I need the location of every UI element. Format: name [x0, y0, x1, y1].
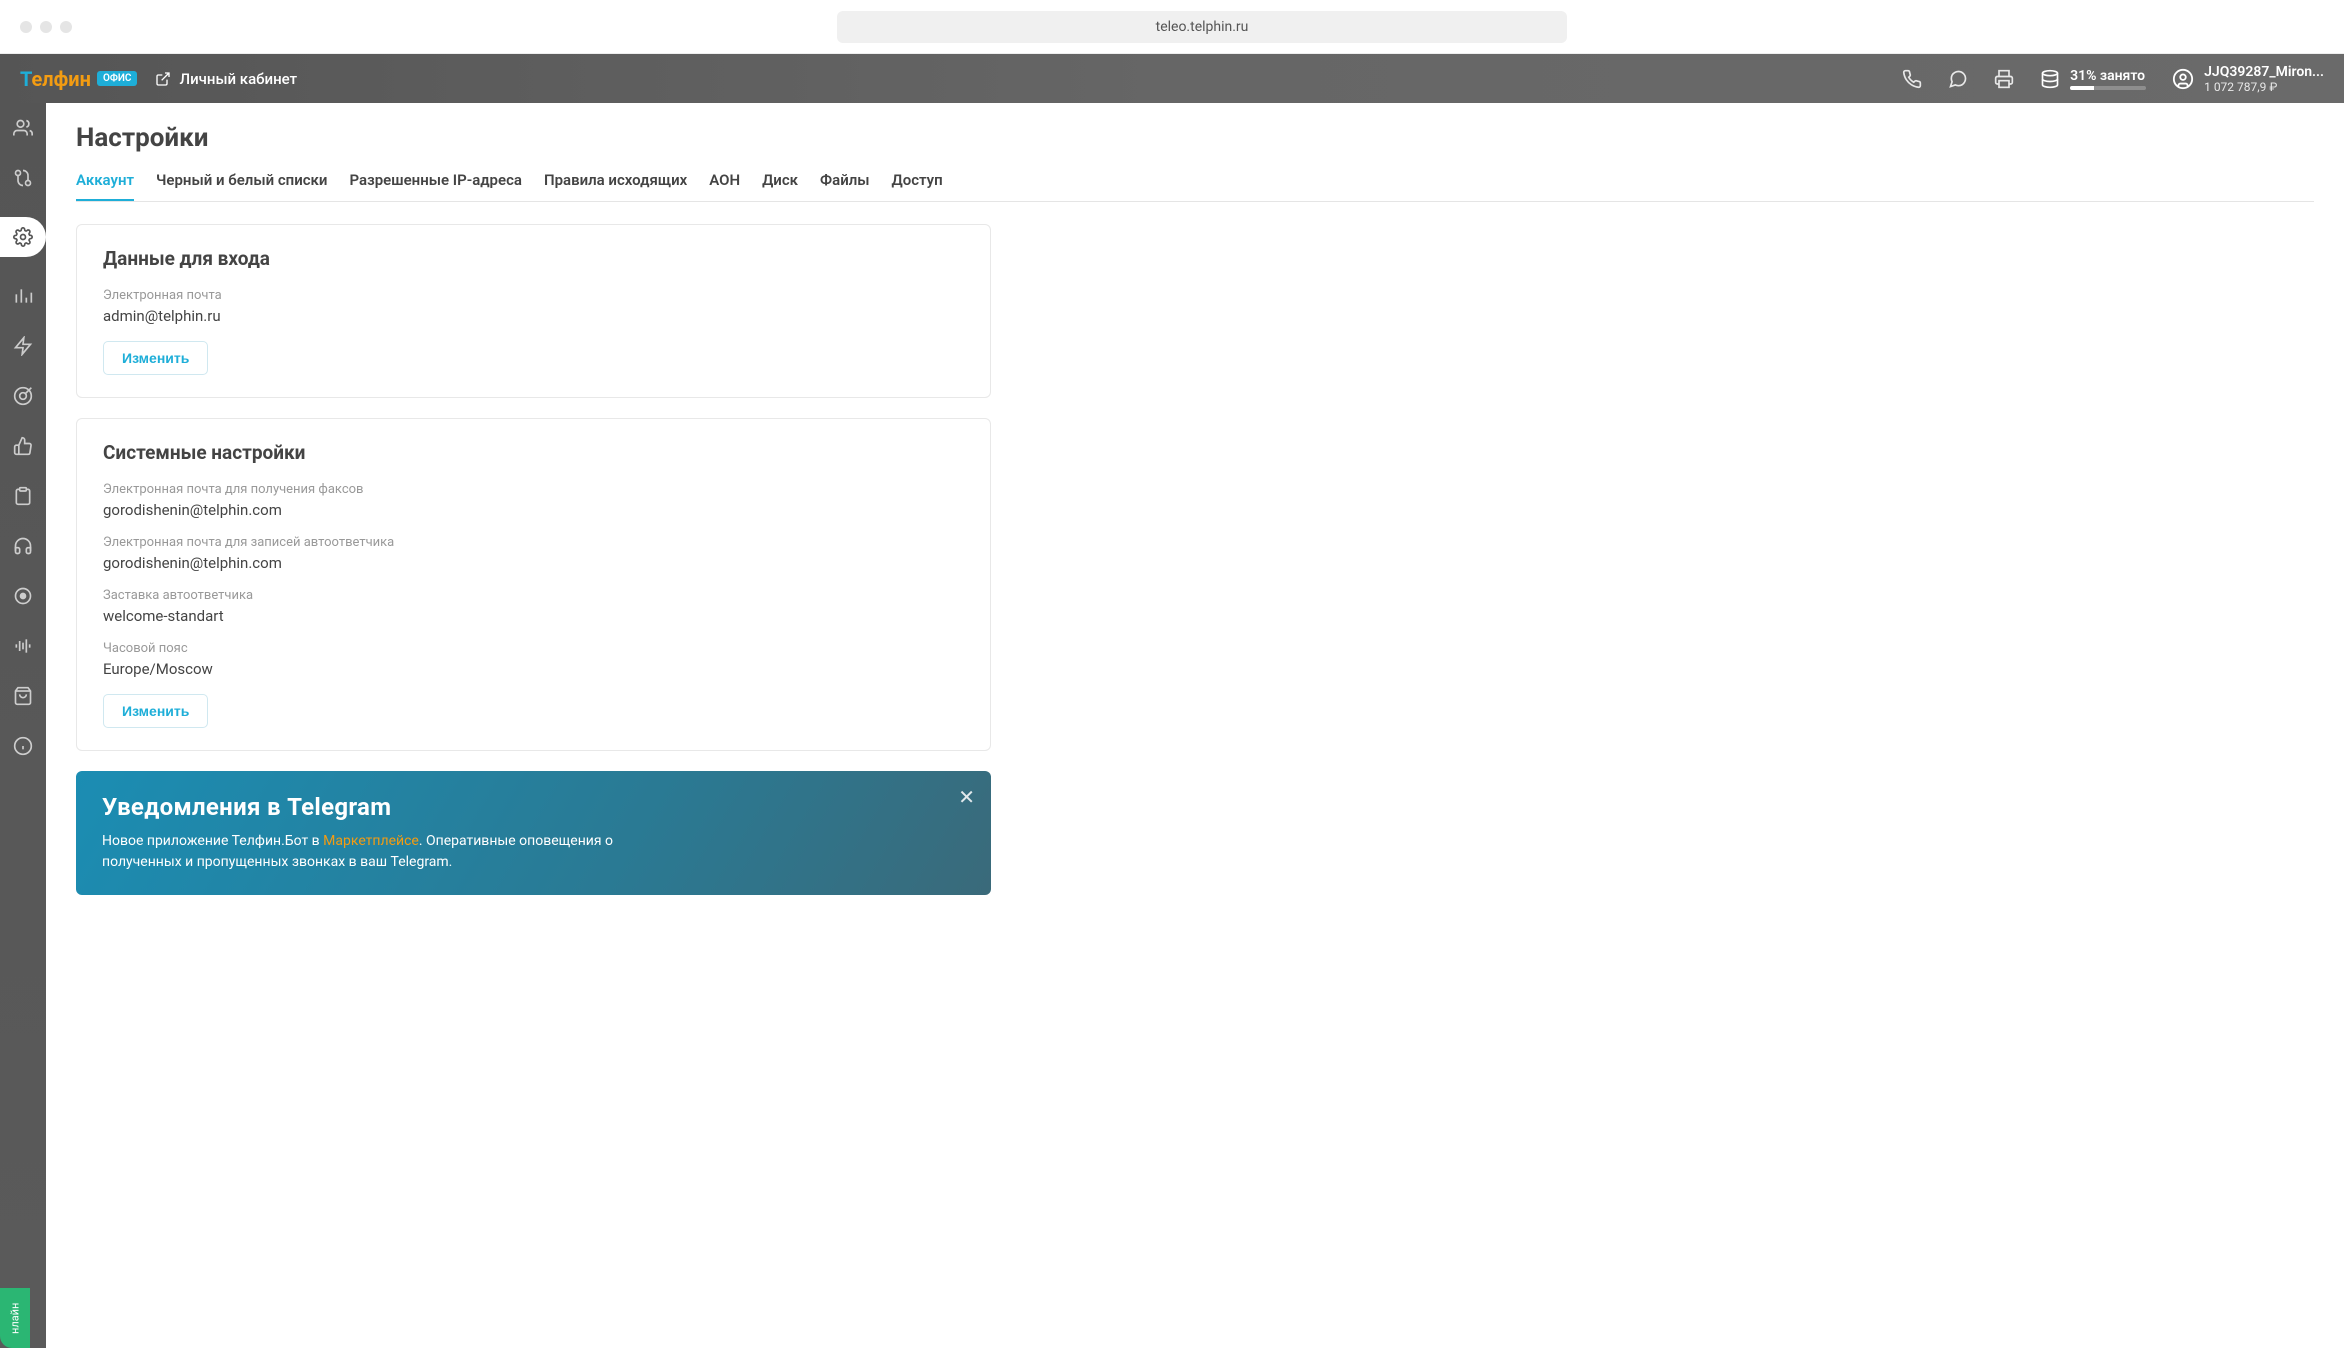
tab-account[interactable]: Аккаунт — [76, 171, 134, 201]
email-label: Электронная почта — [103, 288, 964, 303]
greeting-label: Заставка автоответчика — [103, 588, 964, 603]
tz-value: Europe/Moscow — [103, 660, 964, 678]
tab-outgoing[interactable]: Правила исходящих — [544, 171, 687, 201]
phone-icon[interactable] — [1902, 69, 1922, 89]
greeting-value: welcome-standart — [103, 607, 964, 625]
promo-text: Новое приложение Телфин.Бот в Маркетплей… — [102, 831, 682, 873]
promo-title: Уведомления в Telegram — [102, 793, 965, 821]
sidebar-item-audio[interactable] — [12, 635, 34, 657]
traffic-close[interactable] — [20, 21, 32, 33]
close-icon[interactable]: ✕ — [958, 785, 975, 809]
user-balance: 1 072 787,9 ₽ — [2204, 80, 2324, 94]
card-title: Системные настройки — [103, 441, 964, 464]
online-tab[interactable]: нлайн — [0, 1288, 30, 1348]
user-menu[interactable]: JJQ39287_Miron... 1 072 787,9 ₽ — [2172, 64, 2324, 94]
tabs: Аккаунт Черный и белый списки Разрешенны… — [76, 171, 2314, 202]
edit-login-button[interactable]: Изменить — [103, 341, 208, 375]
tab-files[interactable]: Файлы — [820, 171, 869, 201]
tab-aon[interactable]: АОН — [709, 171, 740, 201]
login-data-card: Данные для входа Электронная почта admin… — [76, 224, 991, 398]
logo-text: Телфин — [20, 67, 91, 91]
top-header: Телфин ОФИС Личный кабинет 31% занято — [0, 54, 2344, 103]
database-icon — [2040, 69, 2060, 89]
vm-email-label: Электронная почта для записей автоответч… — [103, 535, 964, 550]
user-icon — [2172, 68, 2194, 90]
tab-access[interactable]: Доступ — [892, 171, 943, 201]
sidebar-item-clipboard[interactable] — [12, 485, 34, 507]
fax-email-label: Электронная почта для получения факсов — [103, 482, 964, 497]
traffic-min[interactable] — [40, 21, 52, 33]
sidebar-item-settings[interactable] — [0, 217, 46, 257]
tab-disk[interactable]: Диск — [762, 171, 798, 201]
sidebar-item-target[interactable] — [12, 385, 34, 407]
page-title: Настройки — [76, 123, 2314, 153]
tz-label: Часовой пояс — [103, 641, 964, 656]
url-bar[interactable]: teleo.telphin.ru — [837, 11, 1567, 43]
sidebar-item-stats[interactable] — [12, 285, 34, 307]
tab-blacklist[interactable]: Черный и белый списки — [156, 171, 327, 201]
marketplace-link[interactable]: Маркетплейсе — [323, 833, 419, 849]
cabinet-link[interactable]: Личный кабинет — [155, 70, 297, 88]
storage-indicator[interactable]: 31% занято — [2040, 68, 2146, 90]
sidebar-item-thumbs[interactable] — [12, 435, 34, 457]
browser-chrome: teleo.telphin.ru — [0, 0, 2344, 54]
sidebar-item-shop[interactable] — [12, 685, 34, 707]
storage-label: 31% занято — [2070, 68, 2146, 84]
telegram-promo: ✕ Уведомления в Telegram Новое приложени… — [76, 771, 991, 895]
sidebar: нлайн — [0, 103, 46, 1348]
sidebar-item-headset[interactable] — [12, 535, 34, 557]
tab-ips[interactable]: Разрешенные IP-адреса — [349, 171, 522, 201]
main-content: Настройки Аккаунт Черный и белый списки … — [46, 103, 2344, 1348]
vm-email-value: gorodishenin@telphin.com — [103, 554, 964, 572]
external-link-icon — [155, 71, 171, 87]
card-title: Данные для входа — [103, 247, 964, 270]
logo[interactable]: Телфин ОФИС — [20, 67, 137, 91]
chat-icon[interactable] — [1948, 69, 1968, 89]
sidebar-item-routing[interactable] — [12, 167, 34, 189]
printer-icon[interactable] — [1994, 69, 2014, 89]
system-settings-card: Системные настройки Электронная почта дл… — [76, 418, 991, 751]
sidebar-item-tools[interactable] — [12, 335, 34, 357]
logo-badge: ОФИС — [97, 71, 138, 86]
cabinet-link-label: Личный кабинет — [179, 70, 297, 88]
sidebar-item-info[interactable] — [12, 735, 34, 757]
storage-bar — [2070, 86, 2146, 90]
user-name: JJQ39287_Miron... — [2204, 64, 2324, 80]
sidebar-item-record[interactable] — [12, 585, 34, 607]
sidebar-item-contacts[interactable] — [12, 117, 34, 139]
fax-email-value: gorodishenin@telphin.com — [103, 501, 964, 519]
traffic-max[interactable] — [60, 21, 72, 33]
email-value: admin@telphin.ru — [103, 307, 964, 325]
edit-system-button[interactable]: Изменить — [103, 694, 208, 728]
